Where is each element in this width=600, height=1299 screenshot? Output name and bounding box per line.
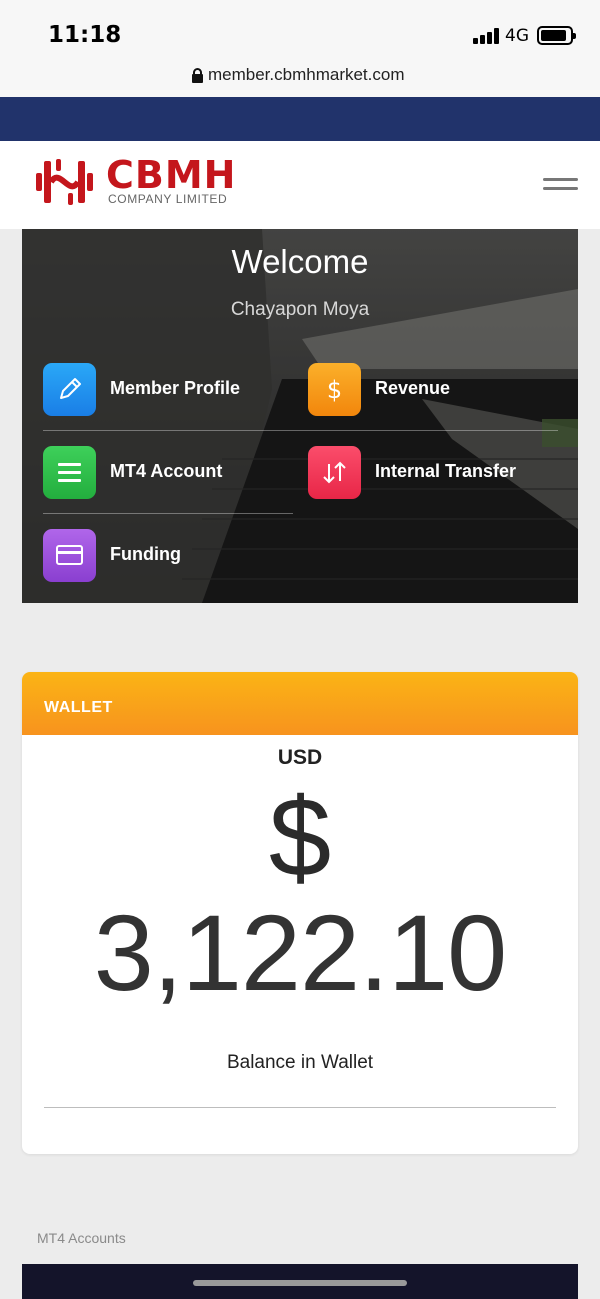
mt4-account-label: MT4 Account [110, 461, 223, 481]
user-name: Chayapon Moya [230, 299, 370, 320]
member-profile-tile [43, 363, 96, 416]
url-text[interactable]: member.cbmhmarket.com [208, 65, 405, 85]
status-bar: 11:18 4G [0, 0, 600, 58]
battery-icon [537, 26, 576, 45]
cbmh-logo-icon[interactable] [34, 155, 98, 209]
welcome-panel: Welcome Chayapon Moya Member Profile $ R… [22, 229, 578, 603]
revenue-label: Revenue [375, 378, 451, 398]
transfer-arrows-icon [323, 461, 346, 484]
dollar-icon: $ [327, 376, 342, 404]
mt4-accounts-heading: MT4 Accounts [37, 1230, 126, 1246]
top-banner [0, 97, 600, 141]
wallet-divider [44, 1107, 556, 1108]
menu-divider [43, 430, 558, 431]
wallet-header: WALLET [22, 672, 578, 735]
funding-tile [43, 529, 96, 582]
menu-divider [43, 513, 293, 514]
menu-member-profile[interactable]: Member Profile [43, 363, 273, 417]
mt4-account-tile [43, 446, 96, 499]
list-icon [58, 463, 81, 482]
home-indicator[interactable] [193, 1280, 407, 1286]
hamburger-menu-icon[interactable] [543, 178, 578, 192]
status-time: 11:18 [48, 22, 122, 48]
menu-funding[interactable]: Funding [43, 529, 273, 583]
revenue-tile: $ [308, 363, 361, 416]
currency-symbol: $ [268, 775, 332, 900]
menu-internal-transfer[interactable]: Internal Transfer [308, 446, 548, 500]
member-profile-label: Member Profile [110, 378, 241, 398]
pencil-icon [60, 378, 81, 399]
site-header: CBMH COMPANY LIMITED [0, 141, 600, 229]
menu-mt4-account[interactable]: MT4 Account [43, 446, 273, 500]
logo-wordmark[interactable]: CBMH [106, 155, 236, 195]
funding-label: Funding [110, 544, 181, 564]
svg-text:$: $ [327, 376, 342, 404]
wallet-balance-amount: 3,122.10 [93, 892, 507, 1013]
wallet-currency: USD [277, 746, 323, 769]
logo-subtitle: COMPANY LIMITED [108, 192, 228, 206]
wallet-balance-caption: Balance in Wallet [226, 1052, 374, 1073]
menu-revenue[interactable]: $ Revenue [308, 363, 538, 417]
welcome-title: Welcome [231, 243, 369, 280]
wallet-card: WALLET USD $ 3,122.10 Balance in Wallet [22, 672, 578, 1154]
signal-icon [473, 28, 501, 44]
browser-url-bar[interactable]: member.cbmhmarket.com [0, 58, 600, 97]
lock-icon [192, 68, 203, 83]
wallet-title: WALLET [44, 699, 113, 716]
network-type: 4G [505, 26, 529, 46]
card-icon [56, 545, 83, 565]
internal-transfer-label: Internal Transfer [375, 461, 517, 481]
internal-transfer-tile [308, 446, 361, 499]
